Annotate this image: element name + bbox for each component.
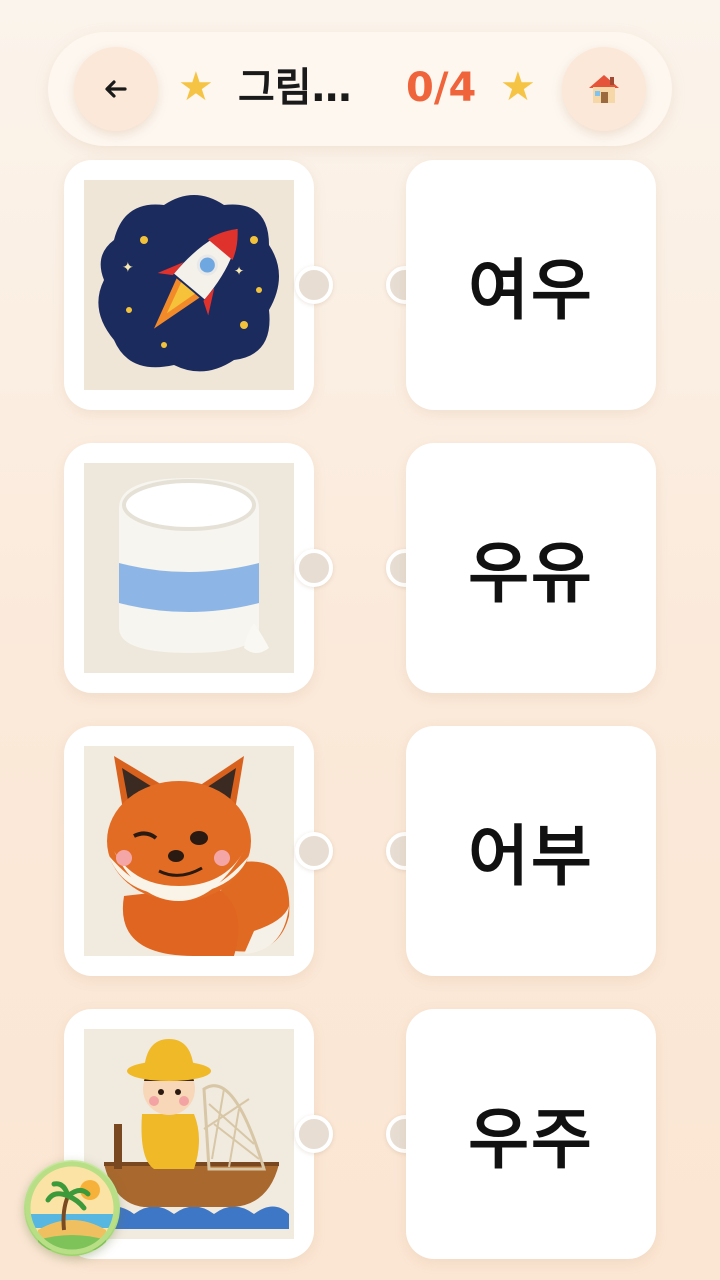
match-row-2: 우유 [0,443,720,695]
word-label: 어부 [468,818,594,895]
match-row-1: ✦ ✦ 여우 [0,160,720,412]
star-icon: ★ [178,64,214,110]
match-row-3: 어부 [0,726,720,978]
back-button[interactable] [74,47,158,131]
picture-rocket: ✦ ✦ [84,180,294,390]
milk-cup-icon [84,463,294,673]
house-icon [589,75,619,103]
picture-card[interactable] [64,443,314,693]
island-sunset-logo-icon [25,1161,119,1255]
star-icon: ★ [500,64,536,110]
word-card[interactable]: 여우 [406,160,656,410]
word-label: 우유 [468,535,594,612]
connector-dot-left[interactable] [295,549,333,587]
word-label: 여우 [468,252,594,329]
connector-dot-left[interactable] [295,832,333,870]
connector-dot-left[interactable] [295,266,333,304]
word-card[interactable]: 어부 [406,726,656,976]
word-card[interactable]: 우유 [406,443,656,693]
fox-icon [84,746,294,956]
app-logo-badge[interactable] [24,1160,120,1256]
picture-fox [84,746,294,956]
svg-text:✦: ✦ [234,264,244,278]
picture-card[interactable]: ✦ ✦ [64,160,314,410]
word-label: 우주 [468,1101,594,1178]
home-button[interactable] [562,47,646,131]
top-bar: ★ 그림… 0/4 ★ [48,32,672,146]
rocket-icon: ✦ ✦ [84,180,294,390]
picture-card[interactable] [64,726,314,976]
picture-milk [84,463,294,673]
svg-text:✦: ✦ [122,260,134,276]
arrow-left-icon [105,80,127,98]
page-title: 그림… [238,65,352,111]
connector-dot-left[interactable] [295,1115,333,1153]
progress-counter: 0/4 [406,65,477,111]
word-card[interactable]: 우주 [406,1009,656,1259]
